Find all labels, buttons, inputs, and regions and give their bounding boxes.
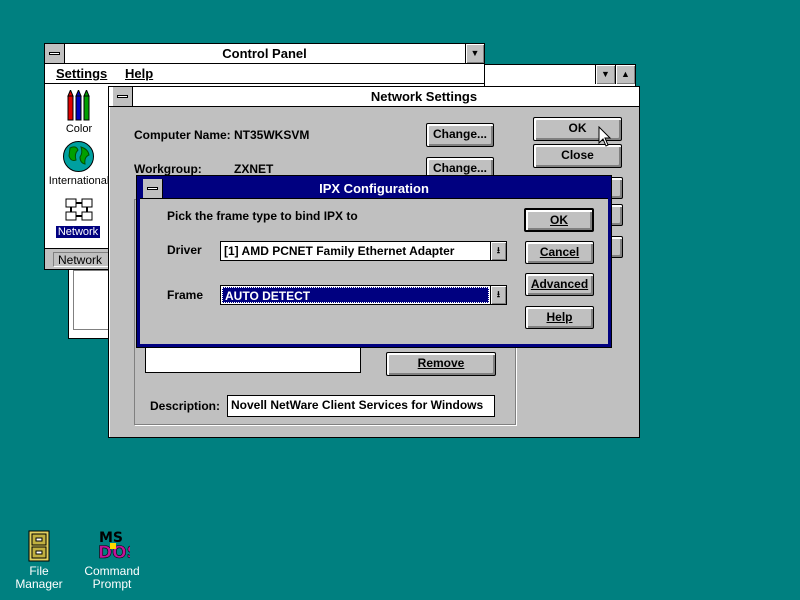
- window-title: Control Panel: [222, 46, 307, 61]
- dialog-title: IPX Configuration: [319, 181, 429, 196]
- maximize-button[interactable]: ▲: [615, 65, 635, 84]
- frame-value: AUTO DETECT: [222, 287, 489, 303]
- driver-label: Driver: [167, 243, 202, 257]
- system-menu-button[interactable]: [113, 87, 133, 106]
- background-frame-left: [73, 270, 113, 330]
- control-icon-network[interactable]: Network: [51, 194, 107, 240]
- driver-dropdown-arrow-icon[interactable]: ⭳: [490, 242, 506, 260]
- remove-button[interactable]: Remove: [386, 352, 496, 376]
- file-cabinet-icon: [28, 530, 50, 562]
- network-icon: [65, 198, 93, 221]
- menu-settings[interactable]: Settings: [56, 66, 107, 81]
- desktop-icon-label: File Manager: [15, 564, 63, 591]
- ipx-configuration-dialog[interactable]: IPX Configuration Pick the frame type to…: [136, 175, 612, 348]
- ok-button[interactable]: OK: [524, 208, 594, 232]
- control-panel-titlebar[interactable]: Control Panel ▼: [45, 44, 484, 64]
- control-icon-label: Color: [65, 123, 93, 135]
- help-button[interactable]: Help: [525, 306, 594, 329]
- network-settings-titlebar[interactable]: Network Settings: [109, 87, 639, 107]
- ipx-titlebar[interactable]: IPX Configuration: [140, 179, 608, 199]
- globe-icon: [63, 141, 94, 172]
- prompt-text: Pick the frame type to bind IPX to: [167, 209, 358, 223]
- control-icon-label: International: [48, 175, 110, 187]
- workgroup-label: Workgroup:: [134, 162, 202, 176]
- ms-dos-icon: MS DOS: [98, 530, 130, 562]
- frame-select[interactable]: AUTO DETECT ⭳: [220, 285, 507, 305]
- driver-value: [1] AMD PCNET Family Ethernet Adapter: [224, 244, 455, 258]
- control-icon-label: Network: [56, 226, 100, 238]
- driver-select[interactable]: [1] AMD PCNET Family Ethernet Adapter ⭳: [220, 241, 507, 261]
- system-menu-button[interactable]: [143, 179, 163, 198]
- description-field[interactable]: Novell NetWare Client Services for Windo…: [227, 395, 495, 417]
- frame-label: Frame: [167, 288, 204, 302]
- advanced-button[interactable]: Advanced: [525, 273, 594, 296]
- desktop-icon-file-manager[interactable]: File Manager: [4, 530, 74, 591]
- control-icon-international[interactable]: International: [45, 140, 113, 188]
- frame-dropdown-arrow-icon[interactable]: ⭳: [490, 286, 506, 304]
- system-menu-button[interactable]: [45, 44, 65, 63]
- menu-help[interactable]: Help: [125, 66, 153, 81]
- control-icon-color[interactable]: Color: [51, 90, 107, 136]
- computer-name-label: Computer Name:: [134, 128, 231, 142]
- window-title: Network Settings: [370, 89, 478, 104]
- mouse-cursor-icon: [598, 126, 612, 147]
- desktop-icon-label: Command Prompt: [84, 564, 140, 591]
- description-label: Description:: [150, 399, 221, 413]
- crayons-icon: [67, 90, 90, 121]
- computer-name-value: NT35WKSVM: [234, 128, 310, 142]
- minimize-button[interactable]: ▼: [465, 44, 484, 63]
- desktop-icon-command-prompt[interactable]: MS DOS Command Prompt: [80, 528, 144, 591]
- cancel-button[interactable]: Cancel: [525, 241, 594, 264]
- minimize-button[interactable]: ▼: [595, 65, 615, 84]
- change-computer-name-button[interactable]: Change...: [426, 123, 494, 147]
- menu-bar: Settings Help: [45, 64, 484, 84]
- workgroup-value: ZXNET: [234, 162, 274, 176]
